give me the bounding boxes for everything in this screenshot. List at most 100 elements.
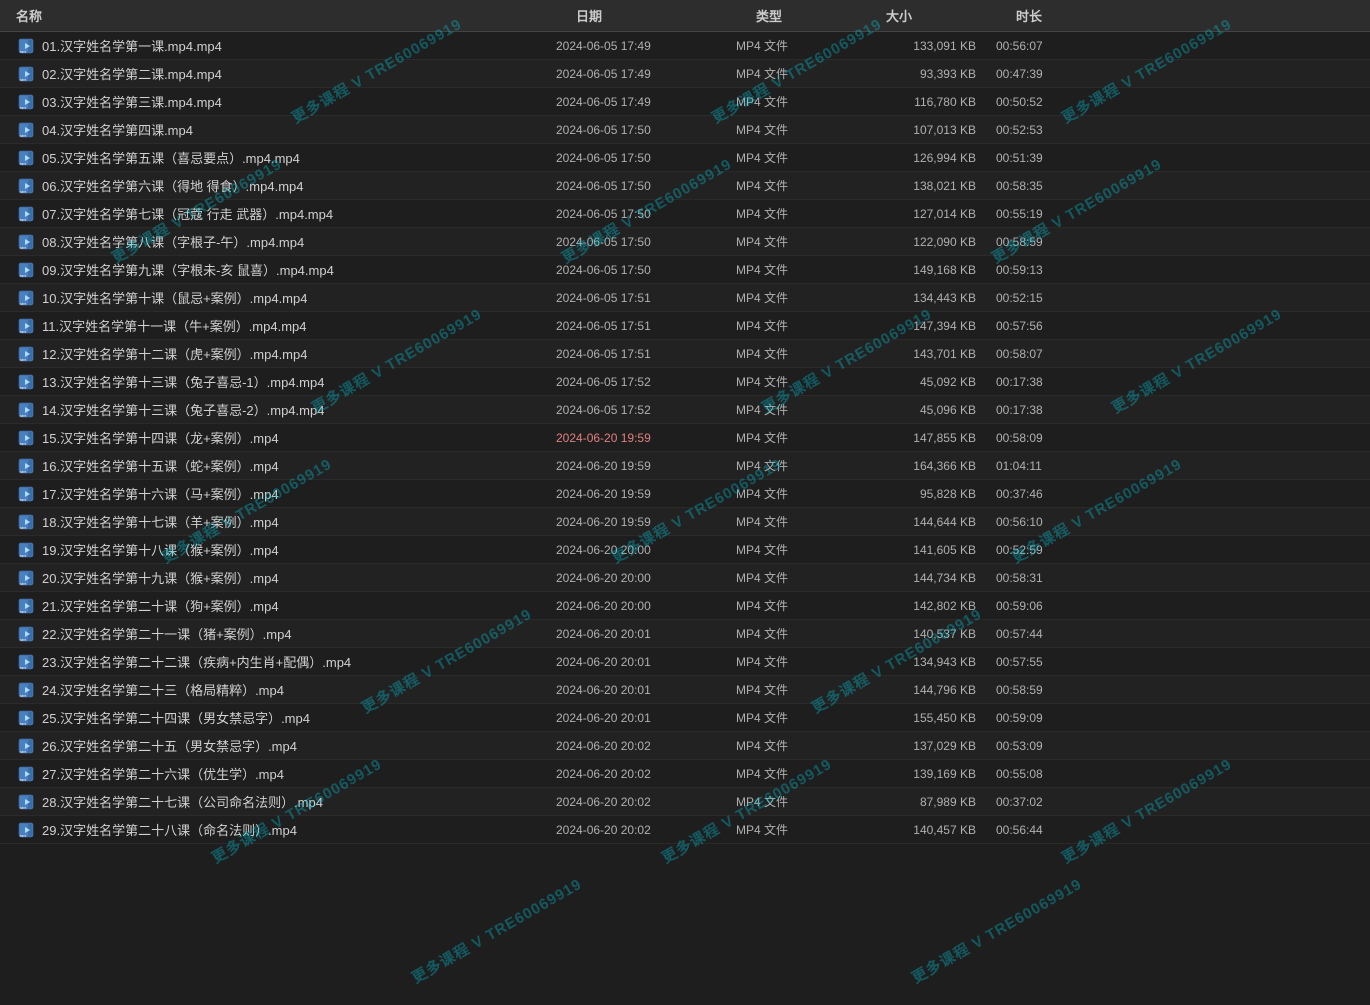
file-duration: 00:17:38 <box>996 375 1096 389</box>
file-name-text: 11.汉字姓名学第十一课（牛+案例）.mp4.mp4 <box>42 316 307 335</box>
file-duration: 00:55:08 <box>996 767 1096 781</box>
file-date: 2024-06-05 17:52 <box>556 403 736 417</box>
file-date: 2024-06-20 19:59 <box>556 515 736 529</box>
file-name-text: 10.汉字姓名学第十课（鼠忌+案例）.mp4.mp4 <box>42 288 307 307</box>
table-row[interactable]: MP4 25.汉字姓名学第二十四课（男女禁忌字）.mp4 2024-06-20 … <box>0 704 1370 732</box>
file-type: MP4 文件 <box>736 233 866 250</box>
table-row[interactable]: MP4 29.汉字姓名学第二十八课（命名法则）.mp4 2024-06-20 2… <box>0 816 1370 844</box>
header-size[interactable]: 大小 <box>886 6 1016 25</box>
file-size: 138,021 KB <box>866 179 996 193</box>
table-row[interactable]: MP4 20.汉字姓名学第十九课（猴+案例）.mp4 2024-06-20 20… <box>0 564 1370 592</box>
file-duration: 00:37:02 <box>996 795 1096 809</box>
mp4-file-icon: MP4 <box>16 514 36 530</box>
table-row[interactable]: MP4 26.汉字姓名学第二十五（男女禁忌字）.mp4 2024-06-20 2… <box>0 732 1370 760</box>
file-name-text: 14.汉字姓名学第十三课（兔子喜忌-2）.mp4.mp4 <box>42 400 324 419</box>
file-name-text: 20.汉字姓名学第十九课（猴+案例）.mp4 <box>42 568 279 587</box>
table-header: 名称 日期 类型 大小 时长 <box>0 0 1370 32</box>
file-size: 155,450 KB <box>866 711 996 725</box>
file-name-cell: MP4 17.汉字姓名学第十六课（马+案例）.mp4 <box>16 484 556 503</box>
table-row[interactable]: MP4 16.汉字姓名学第十五课（蛇+案例）.mp4 2024-06-20 19… <box>0 452 1370 480</box>
file-type: MP4 文件 <box>736 821 866 838</box>
file-date: 2024-06-05 17:50 <box>556 207 736 221</box>
file-name-text: 01.汉字姓名学第一课.mp4.mp4 <box>42 36 222 55</box>
file-name-text: 27.汉字姓名学第二十六课（优生学）.mp4 <box>42 764 284 783</box>
file-type: MP4 文件 <box>736 429 866 446</box>
table-row[interactable]: MP4 03.汉字姓名学第三课.mp4.mp4 2024-06-05 17:49… <box>0 88 1370 116</box>
file-date: 2024-06-20 20:01 <box>556 627 736 641</box>
file-date: 2024-06-20 20:00 <box>556 571 736 585</box>
file-size: 134,943 KB <box>866 655 996 669</box>
file-duration: 00:52:15 <box>996 291 1096 305</box>
table-row[interactable]: MP4 15.汉字姓名学第十四课（龙+案例）.mp4 2024-06-20 19… <box>0 424 1370 452</box>
mp4-file-icon: MP4 <box>16 178 36 194</box>
watermark-text: 更多课程 V TRE60069919 <box>408 873 586 988</box>
table-row[interactable]: MP4 28.汉字姓名学第二十七课（公司命名法则）.mp4 2024-06-20… <box>0 788 1370 816</box>
table-row[interactable]: MP4 17.汉字姓名学第十六课（马+案例）.mp4 2024-06-20 19… <box>0 480 1370 508</box>
table-row[interactable]: MP4 24.汉字姓名学第二十三（格局精粹）.mp4 2024-06-20 20… <box>0 676 1370 704</box>
file-duration: 00:55:19 <box>996 207 1096 221</box>
file-date: 2024-06-05 17:52 <box>556 375 736 389</box>
file-name-cell: MP4 26.汉字姓名学第二十五（男女禁忌字）.mp4 <box>16 736 556 755</box>
table-row[interactable]: MP4 13.汉字姓名学第十三课（兔子喜忌-1）.mp4.mp4 2024-06… <box>0 368 1370 396</box>
file-duration: 00:59:13 <box>996 263 1096 277</box>
header-date[interactable]: 日期 <box>576 6 756 25</box>
file-type: MP4 文件 <box>736 793 866 810</box>
header-name[interactable]: 名称 <box>16 6 576 25</box>
table-row[interactable]: MP4 14.汉字姓名学第十三课（兔子喜忌-2）.mp4.mp4 2024-06… <box>0 396 1370 424</box>
table-row[interactable]: MP4 19.汉字姓名学第十八课（猴+案例）.mp4 2024-06-20 20… <box>0 536 1370 564</box>
table-row[interactable]: MP4 10.汉字姓名学第十课（鼠忌+案例）.mp4.mp4 2024-06-0… <box>0 284 1370 312</box>
file-date: 2024-06-05 17:50 <box>556 151 736 165</box>
table-row[interactable]: MP4 27.汉字姓名学第二十六课（优生学）.mp4 2024-06-20 20… <box>0 760 1370 788</box>
svg-text:MP4: MP4 <box>20 722 27 726</box>
file-date: 2024-06-20 20:02 <box>556 823 736 837</box>
table-row[interactable]: MP4 01.汉字姓名学第一课.mp4.mp4 2024-06-05 17:49… <box>0 32 1370 60</box>
svg-text:MP4: MP4 <box>20 386 27 390</box>
table-row[interactable]: MP4 23.汉字姓名学第二十二课（疾病+内生肖+配偶）.mp4 2024-06… <box>0 648 1370 676</box>
table-row[interactable]: MP4 04.汉字姓名学第四课.mp4 2024-06-05 17:50 MP4… <box>0 116 1370 144</box>
mp4-file-icon: MP4 <box>16 486 36 502</box>
table-row[interactable]: MP4 22.汉字姓名学第二十一课（猪+案例）.mp4 2024-06-20 2… <box>0 620 1370 648</box>
table-row[interactable]: MP4 02.汉字姓名学第二课.mp4.mp4 2024-06-05 17:49… <box>0 60 1370 88</box>
file-size: 147,855 KB <box>866 431 996 445</box>
file-name-cell: MP4 24.汉字姓名学第二十三（格局精粹）.mp4 <box>16 680 556 699</box>
table-row[interactable]: MP4 21.汉字姓名学第二十课（狗+案例）.mp4 2024-06-20 20… <box>0 592 1370 620</box>
mp4-file-icon: MP4 <box>16 766 36 782</box>
file-date: 2024-06-05 17:51 <box>556 319 736 333</box>
file-type: MP4 文件 <box>736 177 866 194</box>
svg-text:MP4: MP4 <box>20 162 27 166</box>
file-name-cell: MP4 15.汉字姓名学第十四课（龙+案例）.mp4 <box>16 428 556 447</box>
header-duration[interactable]: 时长 <box>1016 6 1116 25</box>
file-type: MP4 文件 <box>736 37 866 54</box>
file-size: 127,014 KB <box>866 207 996 221</box>
file-name-text: 03.汉字姓名学第三课.mp4.mp4 <box>42 92 222 111</box>
table-row[interactable]: MP4 09.汉字姓名学第九课（字根未-亥 鼠喜）.mp4.mp4 2024-0… <box>0 256 1370 284</box>
file-name-cell: MP4 21.汉字姓名学第二十课（狗+案例）.mp4 <box>16 596 556 615</box>
table-row[interactable]: MP4 12.汉字姓名学第十二课（虎+案例）.mp4.mp4 2024-06-0… <box>0 340 1370 368</box>
table-row[interactable]: MP4 11.汉字姓名学第十一课（牛+案例）.mp4.mp4 2024-06-0… <box>0 312 1370 340</box>
table-row[interactable]: MP4 18.汉字姓名学第十七课（羊+案例）.mp4 2024-06-20 19… <box>0 508 1370 536</box>
file-name-text: 24.汉字姓名学第二十三（格局精粹）.mp4 <box>42 680 284 699</box>
file-name-text: 28.汉字姓名学第二十七课（公司命名法则）.mp4 <box>42 792 323 811</box>
file-duration: 00:58:59 <box>996 683 1096 697</box>
table-row[interactable]: MP4 07.汉字姓名学第七课（冠蔻 行走 武器）.mp4.mp4 2024-0… <box>0 200 1370 228</box>
file-name-cell: MP4 27.汉字姓名学第二十六课（优生学）.mp4 <box>16 764 556 783</box>
file-size: 140,457 KB <box>866 823 996 837</box>
file-size: 144,796 KB <box>866 683 996 697</box>
file-type: MP4 文件 <box>736 681 866 698</box>
file-type: MP4 文件 <box>736 485 866 502</box>
file-list: MP4 01.汉字姓名学第一课.mp4.mp4 2024-06-05 17:49… <box>0 32 1370 844</box>
table-row[interactable]: MP4 08.汉字姓名学第八课（字根子-午）.mp4.mp4 2024-06-0… <box>0 228 1370 256</box>
file-duration: 00:58:07 <box>996 347 1096 361</box>
file-type: MP4 文件 <box>736 765 866 782</box>
svg-text:MP4: MP4 <box>20 274 27 278</box>
file-date: 2024-06-20 20:00 <box>556 543 736 557</box>
header-type[interactable]: 类型 <box>756 6 886 25</box>
file-name-cell: MP4 13.汉字姓名学第十三课（兔子喜忌-1）.mp4.mp4 <box>16 372 556 391</box>
mp4-file-icon: MP4 <box>16 38 36 54</box>
table-row[interactable]: MP4 06.汉字姓名学第六课（得地 得食）.mp4.mp4 2024-06-0… <box>0 172 1370 200</box>
file-date: 2024-06-20 19:59 <box>556 487 736 501</box>
file-size: 144,734 KB <box>866 571 996 585</box>
file-name-cell: MP4 10.汉字姓名学第十课（鼠忌+案例）.mp4.mp4 <box>16 288 556 307</box>
table-row[interactable]: MP4 05.汉字姓名学第五课（喜忌要点）.mp4.mp4 2024-06-05… <box>0 144 1370 172</box>
mp4-file-icon: MP4 <box>16 794 36 810</box>
